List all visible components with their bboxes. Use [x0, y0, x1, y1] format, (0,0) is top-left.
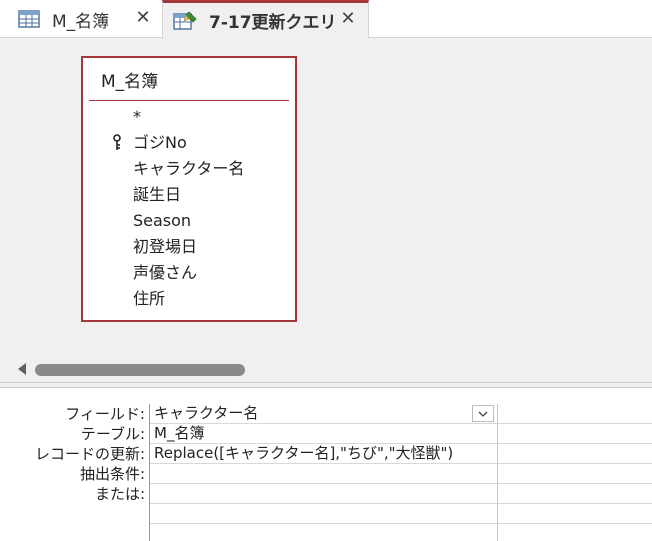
close-tab-button[interactable]: ✕ — [338, 9, 358, 29]
row-label-or: または: — [94, 485, 145, 503]
tab-update-query[interactable]: 7-17更新クエリ ✕ — [162, 0, 369, 38]
field-item-voice-actor[interactable]: 声優さん — [83, 260, 295, 286]
field-item-birthday[interactable]: 誕生日 — [83, 182, 295, 208]
field-list: * ゴジNo キャラクター名 誕生日 Season 初登場日 声優さん 住所 — [83, 104, 295, 312]
grid-column-1: キャラクター名 M_名簿 Replace([キャラクター名],"ちび","大怪獣… — [149, 404, 498, 541]
field-item-goji-no[interactable]: ゴジNo — [83, 130, 295, 156]
update-to-cell[interactable] — [498, 444, 652, 464]
access-query-designer: M_名簿 ✕ 7-17更新クエリ ✕ M_名簿 * ゴジNo キャラクター名 誕… — [0, 0, 652, 541]
empty-cell[interactable] — [150, 504, 497, 524]
tab-label: 7-17更新クエリ — [209, 13, 337, 33]
table-box-title[interactable]: M_名簿 — [101, 67, 158, 92]
field-name: 誕生日 — [133, 185, 182, 204]
table-box-divider — [89, 100, 289, 101]
field-name: ゴジNo — [133, 133, 187, 152]
field-item-all[interactable]: * — [83, 104, 295, 130]
field-cell[interactable]: キャラクター名 — [150, 404, 497, 424]
tab-m-meibo[interactable]: M_名簿 ✕ — [0, 0, 162, 38]
field-name: 初登場日 — [133, 237, 198, 256]
chevron-down-icon — [478, 411, 488, 417]
field-item-address[interactable]: 住所 — [83, 286, 295, 312]
field-name: 住所 — [133, 289, 166, 308]
criteria-cell[interactable] — [150, 464, 497, 484]
scrollbar-thumb[interactable] — [35, 364, 245, 376]
close-tab-button[interactable]: ✕ — [133, 8, 153, 28]
scroll-left-arrow-icon[interactable] — [18, 363, 26, 375]
field-name: キャラクター名 — [133, 159, 245, 178]
or-cell[interactable] — [498, 484, 652, 504]
update-query-icon — [173, 10, 197, 31]
table-icon — [18, 10, 40, 28]
field-item-season[interactable]: Season — [83, 208, 295, 234]
row-label-criteria: 抽出条件: — [79, 465, 145, 483]
field-cell-value: キャラクター名 — [154, 404, 259, 422]
criteria-cell[interactable] — [498, 464, 652, 484]
table-cell[interactable] — [498, 424, 652, 444]
field-dropdown-button[interactable] — [472, 405, 494, 422]
field-name: * — [133, 107, 141, 126]
row-label-update-to: レコードの更新: — [34, 445, 145, 463]
grid-row-labels: フィールド: テーブル: レコードの更新: 抽出条件: または: — [0, 404, 145, 504]
horizontal-scrollbar[interactable] — [0, 356, 652, 382]
table-field-list-box[interactable]: M_名簿 * ゴジNo キャラクター名 誕生日 Season 初登場日 声優さん… — [81, 56, 297, 322]
row-label-table: テーブル: — [80, 425, 145, 443]
or-cell[interactable] — [150, 484, 497, 504]
tab-label: M_名簿 — [52, 11, 110, 32]
grid-column-2 — [498, 404, 652, 541]
field-name: Season — [133, 211, 192, 230]
update-to-cell[interactable]: Replace([キャラクター名],"ちび","大怪獣") — [150, 444, 497, 464]
field-name: 声優さん — [133, 263, 198, 282]
table-cell[interactable]: M_名簿 — [150, 424, 497, 444]
empty-cell[interactable] — [498, 504, 652, 524]
field-cell[interactable] — [498, 404, 652, 424]
row-label-field: フィールド: — [65, 405, 145, 423]
query-design-grid: フィールド: テーブル: レコードの更新: 抽出条件: または: キャラクター名… — [0, 388, 652, 541]
field-item-character-name[interactable]: キャラクター名 — [83, 156, 295, 182]
field-item-first-appearance[interactable]: 初登場日 — [83, 234, 295, 260]
document-tab-bar: M_名簿 ✕ 7-17更新クエリ ✕ — [0, 0, 652, 38]
query-design-area[interactable]: M_名簿 * ゴジNo キャラクター名 誕生日 Season 初登場日 声優さん… — [0, 38, 652, 356]
